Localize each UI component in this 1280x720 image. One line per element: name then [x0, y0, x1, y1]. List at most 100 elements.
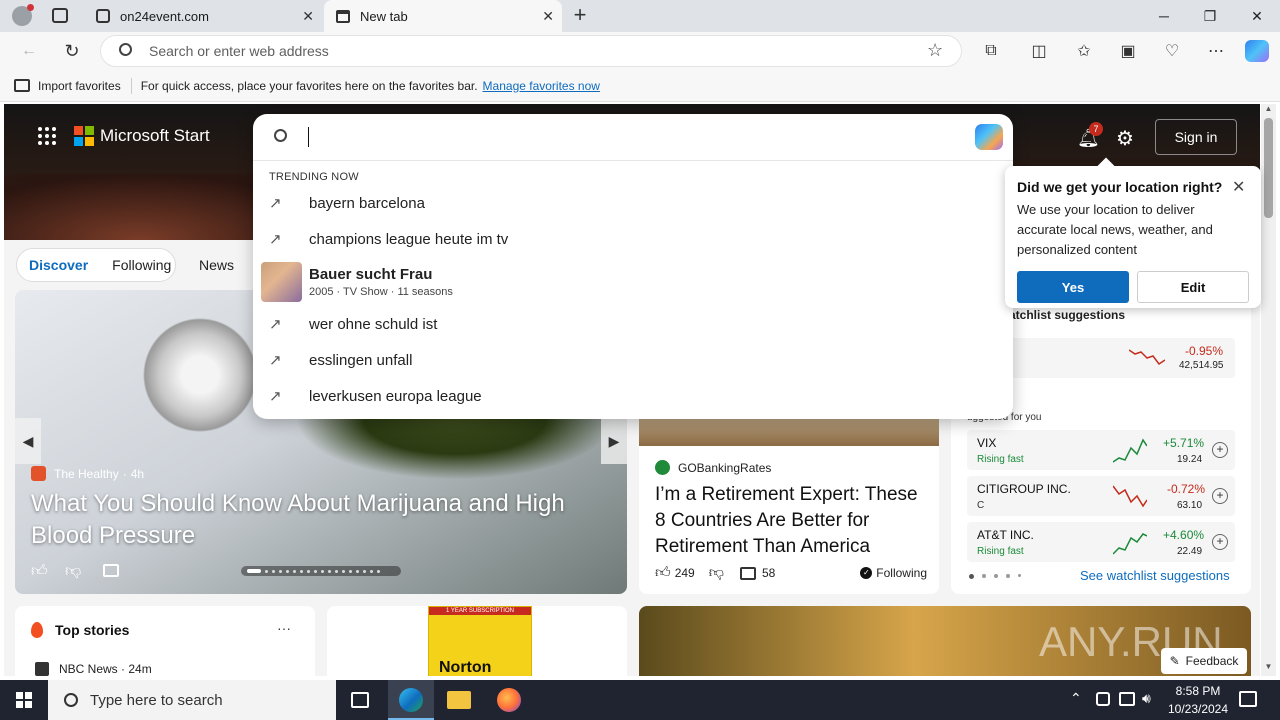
clock-time[interactable]: 8:58 PM — [1173, 684, 1223, 698]
trending-header: TRENDING NOW — [269, 171, 359, 183]
tab-new-tab[interactable]: New tab ✕ — [324, 0, 562, 32]
close-tab-icon[interactable]: ✕ — [302, 8, 314, 25]
tray-device-icon[interactable] — [1096, 692, 1110, 706]
carousel-next-icon[interactable]: ▶ — [601, 418, 627, 464]
trending-arrow-icon: ↗ — [269, 316, 282, 333]
copilot-icon[interactable] — [1245, 40, 1269, 62]
index-sparkline — [1129, 349, 1165, 366]
story-headline[interactable]: I’m a Retirement Expert: These 8 Countri… — [655, 482, 931, 560]
carousel-prev-icon[interactable]: ◀ — [15, 418, 41, 464]
stethoscope-image — [135, 310, 265, 440]
apps-grid-icon[interactable] — [38, 127, 56, 145]
trending-item[interactable]: ↗ champions league heute im tv — [269, 225, 508, 253]
trending-item[interactable]: ↗ esslingen unfall — [269, 346, 412, 374]
trending-item-rich[interactable]: Bauer sucht Frau 2005 · TV Show · 11 sea… — [261, 262, 453, 302]
new-tab-button[interactable]: + — [568, 4, 592, 28]
stock-row[interactable]: CITIGROUP INC. C -0.72% 63.10 + — [967, 476, 1235, 516]
ad-brand: Norton — [439, 659, 492, 676]
stock-sub: Rising fast — [977, 454, 1024, 465]
manage-favorites-link[interactable]: Manage favorites now — [483, 79, 600, 93]
following-check-icon: ✓ — [860, 567, 873, 579]
stock-sparkline — [1113, 533, 1147, 555]
scrollbar[interactable]: ▲ ▼ — [1261, 104, 1276, 676]
like-icon[interactable]: 👍︎ — [655, 564, 671, 582]
nature-card[interactable]: ✎ Feedback ANY.RUN — [639, 606, 1251, 676]
performance-icon[interactable]: ♡ — [1159, 38, 1185, 64]
stock-value: 63.10 — [1177, 500, 1203, 511]
edge-taskbar-icon[interactable] — [388, 680, 434, 720]
profile-icon[interactable] — [12, 4, 34, 26]
import-icon[interactable] — [14, 79, 30, 92]
notifications-icon[interactable]: 🔔︎ 7 — [1077, 122, 1103, 148]
trending-arrow-icon: ↗ — [269, 388, 282, 405]
browser-toolbar: ← ↻ Search or enter web address ☆ ⧉ ◫ ✩ … — [0, 32, 1280, 70]
see-watchlist-link[interactable]: See watchlist suggestions — [1080, 568, 1230, 583]
address-bar[interactable]: Search or enter web address ☆ — [100, 35, 962, 67]
extensions-icon[interactable]: ⧉ — [978, 38, 1004, 64]
brand-title[interactable]: Microsoft Start — [100, 126, 210, 146]
index-change: -0.95% — [1185, 344, 1224, 358]
more-menu-icon[interactable]: ⋯ — [1203, 38, 1229, 64]
comment-icon[interactable] — [103, 564, 119, 577]
collections-icon[interactable]: ▣ — [1115, 38, 1141, 64]
tab-actions-icon[interactable] — [52, 8, 68, 23]
stock-row[interactable]: VIX Rising fast +5.71% 19.24 + — [967, 430, 1235, 470]
favorite-star-icon[interactable]: ☆ — [927, 40, 943, 61]
following-label[interactable]: Following — [876, 566, 927, 580]
trending-item[interactable]: ↗ wer ohne schuld ist — [269, 310, 437, 338]
task-view-icon[interactable] — [351, 692, 369, 708]
sign-in-button[interactable]: Sign in — [1155, 119, 1237, 155]
favorites-hint: For quick access, place your favorites h… — [140, 78, 478, 93]
notification-center-icon[interactable] — [1239, 691, 1257, 707]
volume-icon[interactable]: 🔊︎ — [1142, 690, 1151, 707]
favorites-icon[interactable]: ✩ — [1071, 38, 1097, 64]
top-stories-more-icon[interactable]: ··· — [277, 620, 291, 636]
dislike-icon[interactable]: 👎︎ — [65, 562, 81, 581]
copilot-icon[interactable] — [975, 124, 1003, 150]
back-icon[interactable]: ← — [16, 38, 42, 64]
add-stock-icon[interactable]: + — [1212, 534, 1228, 550]
dislike-icon[interactable]: 👎︎ — [709, 564, 724, 582]
file-explorer-icon[interactable] — [447, 691, 471, 709]
ad-card[interactable]: 1 YEAR SUBSCRIPTION Norton — [327, 606, 627, 676]
like-icon[interactable]: 👍︎ — [31, 562, 48, 581]
windows-taskbar: Type here to search ⌃ 🔊︎ 8:58 PM 10/23/2… — [0, 680, 1280, 720]
scroll-thumb[interactable] — [1264, 118, 1273, 218]
stock-change: +5.71% — [1163, 436, 1205, 450]
add-stock-icon[interactable]: + — [1212, 488, 1228, 504]
settings-gear-icon[interactable]: ⚙ — [1116, 126, 1134, 151]
location-yes-button[interactable]: Yes — [1017, 271, 1129, 303]
close-window-icon[interactable]: ✕ — [1234, 0, 1280, 32]
firefox-icon[interactable] — [497, 688, 521, 712]
tab-discover[interactable]: Discover — [29, 257, 88, 273]
stock-change: -0.72% — [1167, 482, 1206, 496]
trending-item[interactable]: ↗ leverkusen europa league — [269, 382, 482, 410]
close-popup-icon[interactable]: ✕ — [1232, 177, 1245, 197]
location-edit-button[interactable]: Edit — [1137, 271, 1249, 303]
tab-news[interactable]: News — [199, 257, 234, 273]
taskbar-search[interactable]: Type here to search — [48, 680, 336, 720]
network-icon[interactable] — [1119, 692, 1135, 706]
close-tab-icon[interactable]: ✕ — [542, 8, 554, 25]
search-input[interactable] — [308, 127, 309, 147]
msn-header: Microsoft Start — [38, 126, 210, 146]
split-screen-icon[interactable]: ◫ — [1026, 38, 1052, 64]
refresh-icon[interactable]: ↻ — [59, 38, 85, 64]
restore-icon[interactable]: ❐ — [1187, 0, 1233, 32]
stock-row[interactable]: AT&T INC. Rising fast +4.60% 22.49 + — [967, 522, 1235, 562]
tray-chevron-icon[interactable]: ⌃ — [1070, 690, 1082, 707]
watchlist-pager-dots[interactable] — [969, 574, 1021, 579]
import-favorites-button[interactable]: Import favorites — [38, 79, 121, 93]
carousel-dots[interactable] — [241, 566, 401, 576]
scroll-down-icon[interactable]: ▼ — [1261, 662, 1276, 676]
minimize-icon[interactable]: ─ — [1141, 0, 1187, 32]
story-headline[interactable]: What You Should Know About Marijuana and… — [31, 488, 611, 552]
add-stock-icon[interactable]: + — [1212, 442, 1228, 458]
start-icon[interactable] — [16, 692, 32, 708]
scroll-up-icon[interactable]: ▲ — [1261, 104, 1276, 118]
tab-on24event[interactable]: on24event.com ✕ — [84, 0, 322, 32]
tab-following[interactable]: Following — [112, 257, 171, 273]
comment-icon[interactable] — [739, 566, 756, 580]
trending-item[interactable]: ↗ bayern barcelona — [269, 189, 425, 217]
clock-date[interactable]: 10/23/2024 — [1165, 702, 1231, 716]
